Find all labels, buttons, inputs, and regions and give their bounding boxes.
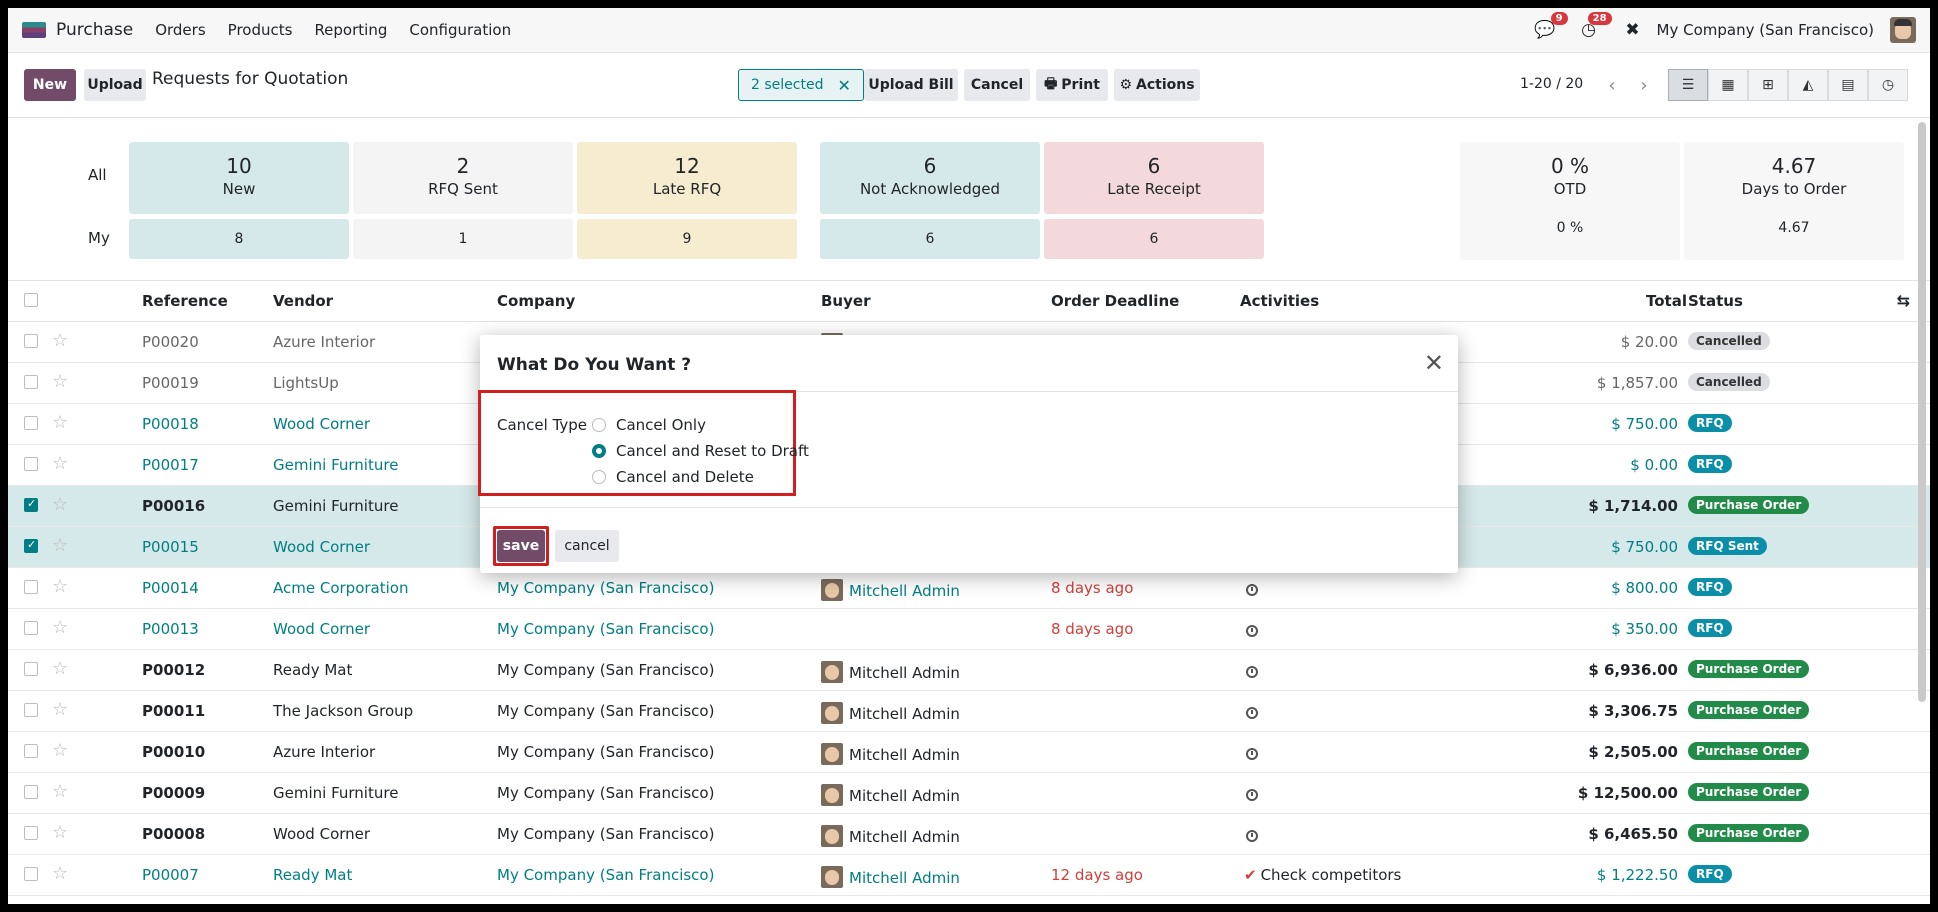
close-icon[interactable]: ✕: [1424, 349, 1444, 377]
option-cancel-reset-draft[interactable]: Cancel and Reset to Draft: [592, 442, 809, 460]
radio-cancel-only[interactable]: [592, 418, 606, 432]
option-cancel-only[interactable]: Cancel Only: [592, 416, 706, 434]
modal-backdrop: What Do You Want ? ✕ Cancel Type Cancel …: [8, 8, 1930, 904]
option-cancel-only-label: Cancel Only: [616, 416, 706, 434]
dialog-body: Cancel Type Cancel Only Cancel and Reset…: [478, 390, 1458, 508]
option-cancel-delete-label: Cancel and Delete: [616, 468, 754, 486]
cancel-button[interactable]: cancel: [555, 530, 619, 562]
radio-cancel-delete[interactable]: [592, 470, 606, 484]
option-cancel-delete[interactable]: Cancel and Delete: [592, 468, 754, 486]
cancel-type-label: Cancel Type: [497, 416, 588, 434]
save-button[interactable]: save: [497, 530, 545, 562]
app-frame: Purchase Orders Products Reporting Confi…: [8, 8, 1930, 904]
dialog-footer: save cancel: [480, 508, 1458, 573]
dialog-title: What Do You Want ?: [497, 355, 692, 375]
option-cancel-reset-draft-label: Cancel and Reset to Draft: [616, 442, 809, 460]
dialog-header: What Do You Want ? ✕: [480, 335, 1458, 392]
cancel-dialog: What Do You Want ? ✕ Cancel Type Cancel …: [478, 335, 1458, 573]
radio-cancel-reset-draft[interactable]: [592, 444, 606, 458]
